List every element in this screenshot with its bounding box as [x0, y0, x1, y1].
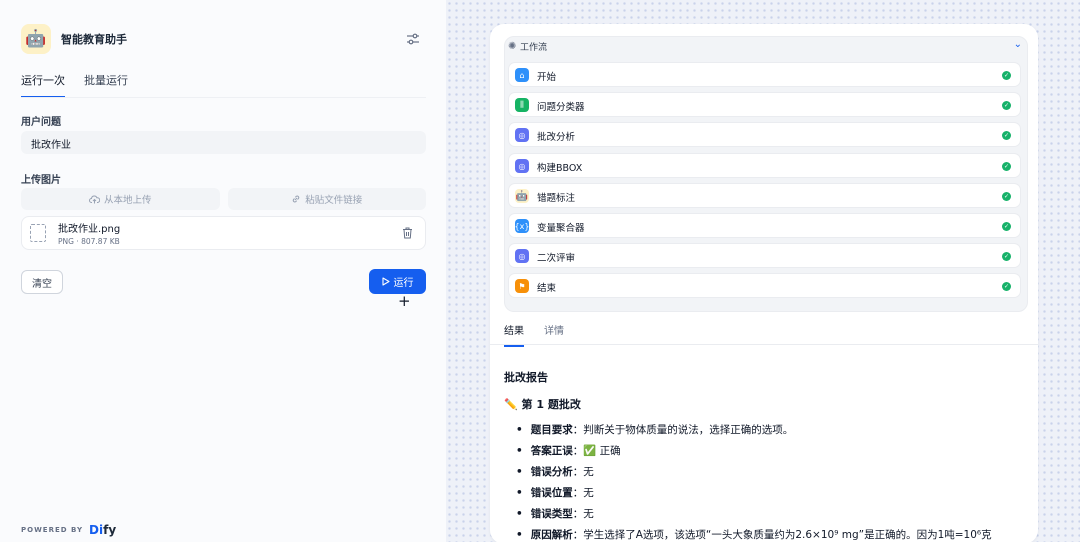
- powered-by-text: POWERED BY: [21, 526, 84, 534]
- robot-icon: 🤖: [515, 189, 529, 203]
- report-items: 题目要求：判断关于物体质量的说法，选择正确的选项。 答案正误：✅ 正确 错误分析…: [516, 423, 1036, 542]
- report-item-value: ：✅ 正确: [572, 445, 621, 457]
- powered-by-footer: POWERED BY Dify: [21, 523, 116, 537]
- crosshair-cursor-icon: +: [398, 292, 411, 310]
- clear-button[interactable]: 清空: [21, 270, 63, 294]
- report-item-key: 错误类型: [530, 508, 573, 520]
- workflow-node-error-marking[interactable]: 🤖 错题标注 ✓: [508, 183, 1021, 208]
- node-label: 错题标注: [537, 193, 576, 204]
- classifier-icon: ⫼: [515, 98, 529, 112]
- report-item-key: 题目要求: [530, 424, 573, 436]
- run-mode-tabs: 运行一次 批量运行: [21, 72, 128, 98]
- chevron-down-icon[interactable]: ⌄: [1014, 39, 1022, 50]
- upload-options: 从本地上传 粘贴文件链接: [21, 188, 426, 210]
- report-item: 原因解析：学生选择了A选项，该选项“一头大象质量约为2.6×10⁹ mg”是正确…: [516, 528, 1036, 542]
- llm-icon: ◎: [515, 159, 529, 173]
- success-check-icon: ✓: [1002, 71, 1011, 80]
- workflow-node-end[interactable]: ⚑ 结束 ✓: [508, 273, 1021, 298]
- dify-logo-d: D: [89, 523, 99, 537]
- llm-icon: ◎: [515, 128, 529, 142]
- cloud-upload-icon: [89, 195, 100, 203]
- paste-link-label: 粘贴文件链接: [305, 195, 363, 206]
- report-item: 错误类型：无: [516, 507, 1036, 528]
- report-title: 批改报告: [504, 371, 548, 384]
- report-item-value: ：无: [572, 466, 594, 478]
- node-label: 变量聚合器: [537, 223, 585, 234]
- tab-run-once[interactable]: 运行一次: [21, 72, 65, 98]
- upload-local-button[interactable]: 从本地上传: [21, 188, 220, 210]
- workflow-node-second-review[interactable]: ◎ 二次评审 ✓: [508, 243, 1021, 268]
- workflow-node-grading-analysis[interactable]: ◎ 批改分析 ✓: [508, 122, 1021, 147]
- file-thumbnail-icon: [30, 224, 46, 242]
- node-label: 构建BBOX: [537, 163, 583, 174]
- llm-icon: ◎: [515, 249, 529, 263]
- report-item-value: ：无: [572, 487, 594, 499]
- success-check-icon: ✓: [1002, 162, 1011, 171]
- tab-batch-run[interactable]: 批量运行: [84, 72, 128, 98]
- report-item: 答案正误：✅ 正确: [516, 444, 1036, 465]
- image-upload-label: 上传图片: [21, 175, 61, 186]
- workflow-spinner-icon: ✺: [508, 41, 517, 52]
- workflow-title: 工作流: [520, 43, 548, 53]
- file-meta: PNG · 807.87 KB: [58, 237, 120, 246]
- report-item: 错误位置：无: [516, 486, 1036, 507]
- success-check-icon: ✓: [1002, 131, 1011, 140]
- workflow-node-build-bbox[interactable]: ◎ 构建BBOX ✓: [508, 153, 1021, 178]
- app-avatar: 🤖: [21, 24, 51, 54]
- question-label: 用户问题: [21, 117, 61, 128]
- end-icon: ⚑: [515, 279, 529, 293]
- report-item-key: 错误分析: [530, 466, 573, 478]
- variable-icon: {x}: [515, 219, 529, 233]
- workflow-node-classifier[interactable]: ⫼ 问题分类器 ✓: [508, 92, 1021, 117]
- left-panel: 🤖 智能教育助手 运行一次 批量运行 用户问题 批改作业 上传图片 从本地上传 …: [0, 0, 446, 542]
- node-label: 问题分类器: [537, 102, 585, 113]
- report-item: 题目要求：判断关于物体质量的说法，选择正确的选项。: [516, 423, 1036, 444]
- tabs-divider: [21, 97, 426, 98]
- success-check-icon: ✓: [1002, 252, 1011, 261]
- home-icon: ⌂: [515, 68, 529, 82]
- workflow-header[interactable]: ✺ 工作流 ⌄: [504, 39, 1028, 54]
- success-check-icon: ✓: [1002, 282, 1011, 291]
- node-label: 批改分析: [537, 132, 576, 143]
- link-icon: [293, 195, 300, 203]
- report-item-key: 原因解析: [530, 529, 573, 541]
- app-title: 智能教育助手: [61, 33, 127, 46]
- node-label: 结束: [537, 283, 557, 294]
- settings-sliders-icon[interactable]: [406, 32, 420, 46]
- dify-logo-rest: fy: [103, 523, 117, 537]
- result-tabs-divider: [490, 344, 1038, 345]
- file-name: 批改作业.png: [58, 224, 121, 235]
- dify-logo: Dify: [89, 523, 116, 537]
- success-check-icon: ✓: [1002, 101, 1011, 110]
- run-button-label: 运行: [393, 278, 414, 289]
- node-label: 开始: [537, 72, 557, 83]
- workflow-node-start[interactable]: ⌂ 开始 ✓: [508, 62, 1021, 87]
- uploaded-file-card: 批改作业.png PNG · 807.87 KB: [21, 216, 426, 250]
- delete-file-icon[interactable]: [402, 227, 413, 239]
- report-item-key: 答案正误: [530, 445, 573, 457]
- node-label: 二次评审: [537, 253, 576, 264]
- report-item: 错误分析：无: [516, 465, 1036, 486]
- success-check-icon: ✓: [1002, 222, 1011, 231]
- upload-local-label: 从本地上传: [103, 195, 152, 206]
- play-icon: [381, 277, 390, 286]
- run-button[interactable]: 运行: [369, 269, 426, 294]
- paste-link-button[interactable]: 粘贴文件链接: [227, 188, 426, 210]
- success-check-icon: ✓: [1002, 192, 1011, 201]
- report-item-value: ：学生选择了A选项，该选项“一头大象质量约为2.6×10⁹ mg”是正确的。因为…: [572, 529, 992, 541]
- report-item-value: ：无: [572, 508, 594, 520]
- report-item-value: ：判断关于物体质量的说法，选择正确的选项。: [572, 424, 794, 436]
- workflow-node-variable-aggregator[interactable]: {x} 变量聚合器 ✓: [508, 213, 1021, 238]
- app-header: 🤖 智能教育助手: [21, 24, 127, 54]
- question-input[interactable]: 批改作业: [21, 131, 426, 154]
- question-heading: ✏️ 第 1 题批改: [504, 398, 581, 411]
- report-item-key: 错误位置: [530, 487, 573, 499]
